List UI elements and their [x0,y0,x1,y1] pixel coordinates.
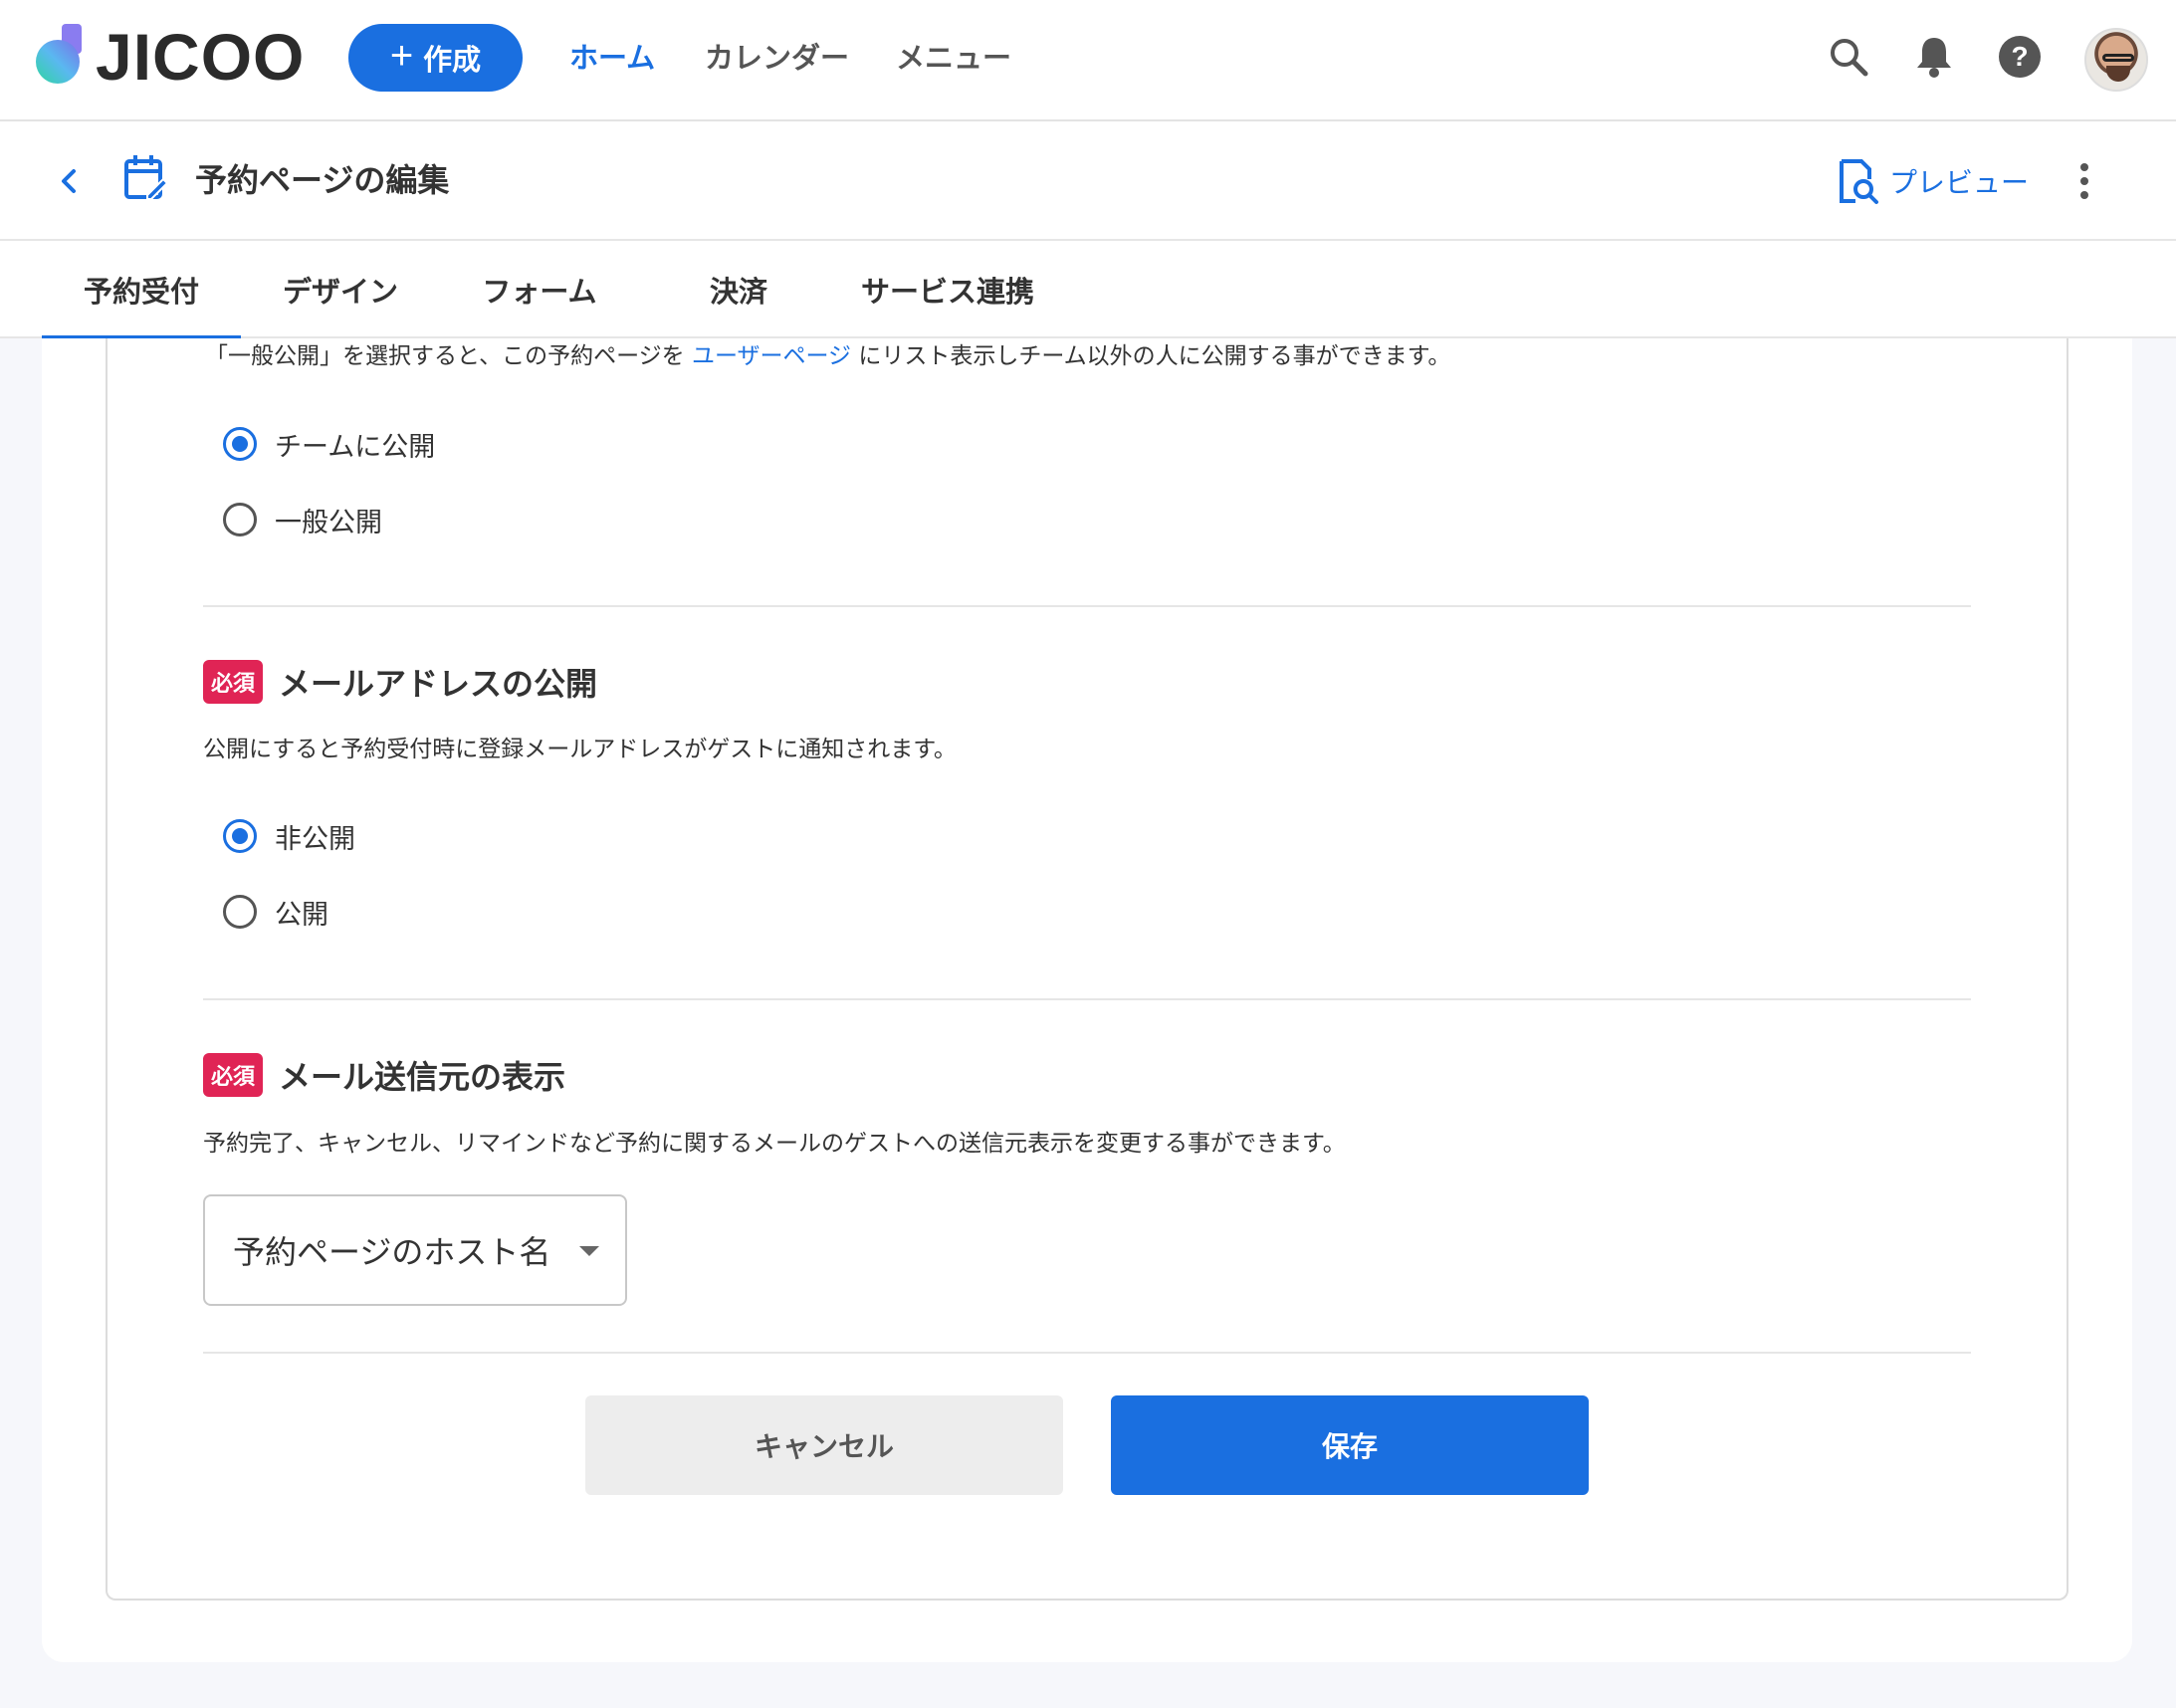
radio-label: チームに公開 [275,431,436,463]
section-divider [203,605,1971,607]
section-divider [203,1352,1971,1354]
jicoo-logo[interactable]: JICOO [32,22,304,92]
preview-button[interactable]: プレビュー [1838,155,2029,207]
tab-payment[interactable]: 決済 [679,241,798,338]
section-title: メール送信元の表示 [279,1058,566,1096]
tab-reservation[interactable]: 予約受付 [42,241,241,340]
radio-label: 非公開 [275,823,355,855]
tab-integrations[interactable]: サービス連携 [838,241,1057,338]
section-title: メールアドレスの公開 [279,665,598,703]
svg-text:?: ? [2011,41,2028,72]
required-badge: 必須 [203,1053,264,1097]
save-button[interactable]: 保存 [1111,1395,1589,1495]
preview-doc-icon [1840,159,1878,204]
nav-link-calendar[interactable]: カレンダー [705,36,849,80]
avatar-glasses [2102,54,2134,62]
radio-label: 一般公開 [275,507,382,538]
sender-section-header: 必須 メール送信元の表示 [203,1050,565,1100]
publish-description: 「一般公開」を選択すると、この予約ページを ユーザーページ にリスト表示しチーム… [205,338,1450,374]
radio-button[interactable] [223,427,257,461]
calendar-edit-icon [124,155,167,200]
tab-form[interactable]: フォーム [460,241,619,338]
plus-icon: + [389,34,414,78]
required-badge: 必須 [203,660,264,704]
user-avatar[interactable] [2084,28,2148,92]
top-navigation: JICOO + 作成 ホーム カレンダー メニュー ? [0,0,2176,121]
radio-button[interactable] [223,819,257,853]
page-header: 予約ページの編集 プレビュー [0,121,2176,241]
radio-email-private[interactable]: 非公開 [223,814,355,858]
user-page-link[interactable]: ユーザーページ [692,343,851,369]
preview-label: プレビュー [1889,166,2030,199]
settings-tabs: 予約受付 デザイン フォーム 決済 サービス連携 [0,241,2176,340]
settings-card [106,338,2068,1601]
page-title: 予約ページの編集 [195,161,450,199]
radio-team-public[interactable]: チームに公開 [223,422,435,466]
search-icon[interactable] [1824,32,1873,82]
bell-icon[interactable] [1909,32,1959,82]
dropdown-caret-icon [579,1246,599,1256]
avatar-beard [2106,66,2130,82]
cancel-button[interactable]: キャンセル [585,1395,1063,1495]
radio-label: 公開 [275,899,328,931]
publish-desc-text: 「一般公開」を選択すると、この予約ページを [205,343,685,369]
create-button[interactable]: + 作成 [348,24,523,92]
nav-link-home[interactable]: ホーム [569,36,655,80]
publish-desc-text-after: にリスト表示しチーム以外の人に公開する事ができます。 [858,343,1451,369]
logo-text: JICOO [96,20,306,94]
radio-button[interactable] [223,503,257,536]
nav-link-menu[interactable]: メニュー [896,36,1011,80]
more-vertical-icon[interactable] [2070,157,2098,205]
email-section-header: 必須 メールアドレスの公開 [203,657,597,707]
back-chevron-icon[interactable] [50,161,90,201]
logo-mark-icon [36,24,82,84]
tab-design[interactable]: デザイン [261,241,420,338]
radio-button[interactable] [223,895,257,929]
sender-display-select[interactable]: 予約ページのホスト名 [203,1194,627,1306]
radio-email-public[interactable]: 公開 [223,890,328,934]
email-description: 公開にすると予約受付時に登録メールアドレスがゲストに通知されます。 [203,737,957,762]
sender-description: 予約完了、キャンセル、リマインドなど予約に関するメールのゲストへの送信元表示を変… [203,1131,1346,1157]
create-button-label: 作成 [423,45,482,77]
radio-general-public[interactable]: 一般公開 [223,498,382,541]
section-divider [203,998,1971,1000]
help-icon[interactable]: ? [1995,32,2045,82]
select-value: 予約ページのホスト名 [233,1233,551,1271]
